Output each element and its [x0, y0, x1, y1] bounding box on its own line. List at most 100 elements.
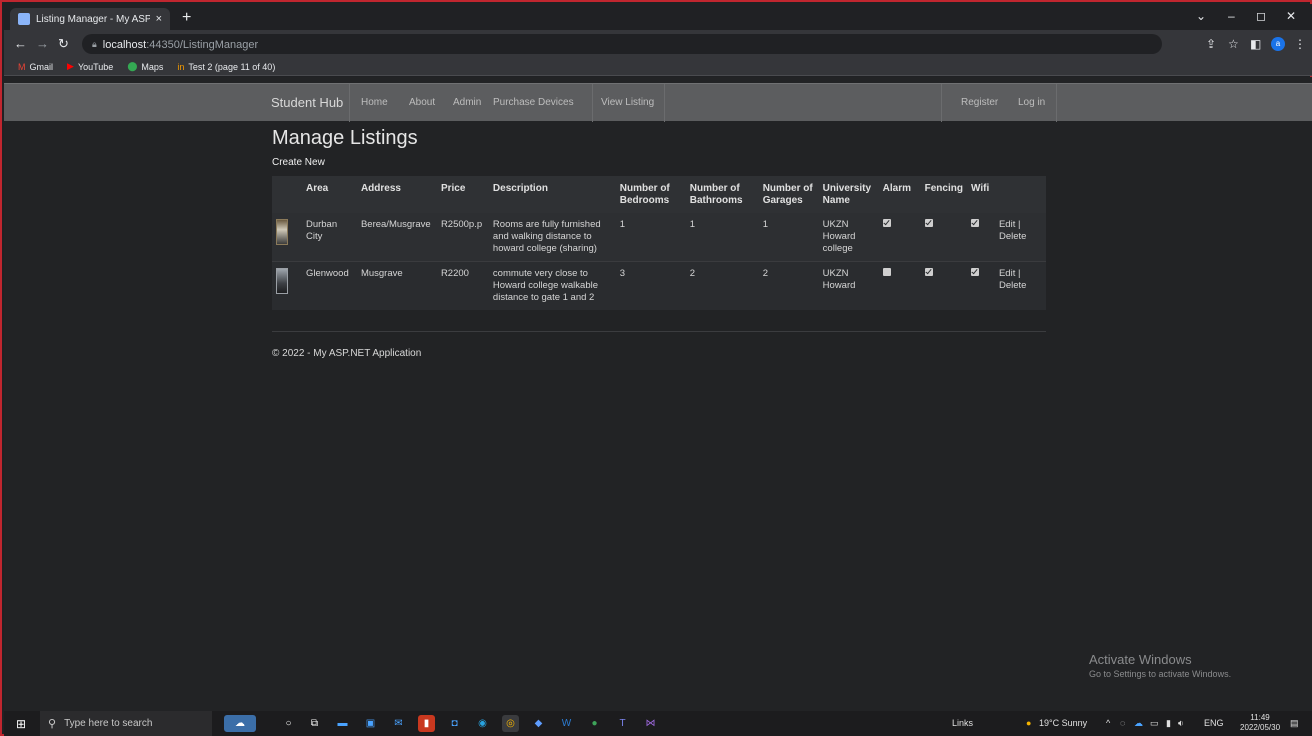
share-icon[interactable]: ⇪ [1206, 37, 1216, 51]
word-icon[interactable]: W [558, 715, 575, 732]
tray-app-icon[interactable]: ◌ [1120, 718, 1125, 728]
weather-widget-icon[interactable]: ☁ [224, 715, 256, 732]
table-row: Glenwood Musgrave R2200 commute very clo… [272, 261, 1046, 310]
onedrive-icon[interactable]: ☁ [1134, 718, 1143, 729]
notifications-icon[interactable]: ▤ [1290, 718, 1299, 729]
teams-icon[interactable]: T [614, 715, 631, 732]
mail-icon[interactable]: ✉ [390, 715, 407, 732]
table-header-row: Area Address Price Description Number of… [272, 176, 1046, 213]
whatsapp-icon[interactable]: ● [586, 715, 603, 732]
wifi-checkbox [970, 219, 979, 227]
wifi-checkbox [970, 268, 979, 276]
nav-link-about[interactable]: About [409, 97, 435, 108]
weather-text[interactable]: 19°C Sunny [1039, 718, 1087, 728]
new-tab-button[interactable]: + [182, 10, 191, 26]
screen-frame: Listing Manager - My ASP.NET A × + ⌄ – ◻… [0, 0, 1312, 736]
windows-start-icon[interactable]: ⊞ [16, 717, 26, 731]
language-indicator[interactable]: ENG [1204, 718, 1224, 728]
web-page: Student Hub Home About Admin Purchase De… [4, 77, 1312, 711]
column-header-alarm: Alarm [878, 176, 921, 213]
edit-link[interactable]: Edit | [999, 219, 1020, 230]
nav-link-login[interactable]: Log in [1018, 97, 1045, 108]
watermark-title: Activate Windows [1089, 652, 1192, 667]
visual-studio-icon[interactable]: ⋈ [642, 715, 659, 732]
bookmark-item[interactable]: ▶ YouTube [67, 61, 113, 72]
bookmark-site-icon: in [177, 61, 185, 72]
office-icon[interactable]: ▮ [418, 715, 435, 732]
side-panel-icon[interactable]: ◧ [1250, 37, 1261, 51]
url-host: localhost [102, 39, 147, 51]
task-view-icon[interactable]: ⧉ [306, 715, 323, 732]
tab-close-icon[interactable]: × [156, 13, 162, 25]
bookmark-item[interactable]: ⬤ Maps [127, 61, 163, 72]
file-explorer-icon[interactable]: ▬ [334, 715, 351, 732]
nav-divider [664, 84, 665, 122]
listing-thumbnail-image [276, 268, 288, 294]
bookmark-label: Gmail [29, 61, 54, 72]
page-favicon-icon [18, 13, 30, 25]
nav-link-purchase-devices[interactable]: Purchase Devices [493, 97, 574, 108]
links-toolbar-label[interactable]: Links [952, 718, 973, 728]
nav-divider [592, 84, 593, 122]
taskbar-search-placeholder: Type here to search [64, 718, 153, 729]
fencing-checkbox [924, 268, 933, 276]
bookmark-label: YouTube [77, 61, 114, 72]
minimize-button[interactable]: – [1228, 9, 1235, 23]
store-icon[interactable]: ▣ [362, 715, 379, 732]
cortana-icon[interactable]: ○ [280, 715, 297, 732]
cell-bathrooms: 2 [685, 261, 759, 310]
bookmark-item[interactable]: in Test 2 (page 11 of 40) [177, 62, 275, 72]
clock-date: 2022/05/30 [1240, 723, 1281, 732]
network-icon[interactable]: ▭ [1150, 718, 1159, 729]
column-header-actions [994, 176, 1046, 213]
maximize-button[interactable]: ◻ [1256, 9, 1266, 23]
watermark-subtitle: Go to Settings to activate Windows. [1089, 669, 1232, 679]
nav-divider [941, 84, 942, 122]
delete-link[interactable]: Delete [999, 280, 1026, 291]
cell-address: Musgrave [356, 261, 437, 310]
volume-icon[interactable]: 🔉︎ [1178, 718, 1184, 729]
cell-bedrooms: 1 [615, 213, 686, 262]
cell-price: R2200 [436, 261, 489, 310]
cell-garages: 1 [758, 213, 819, 262]
tray-chevron-up-icon[interactable]: ^ [1106, 718, 1110, 728]
footer-divider [272, 331, 1046, 332]
bookmark-item[interactable]: M Gmail [18, 62, 53, 72]
cell-bathrooms: 1 [685, 213, 759, 262]
menu-kebab-icon[interactable]: ⋮ [1294, 37, 1306, 51]
cell-university: UKZN Howard college [818, 213, 879, 262]
taskbar-search-box[interactable]: ⚲ Type here to search [40, 711, 212, 736]
delete-link[interactable]: Delete [999, 231, 1026, 242]
tab-search-icon[interactable]: ⌄ [1196, 9, 1206, 23]
search-icon: ⚲ [48, 718, 57, 730]
bookmarks-bar: M Gmail ▶ YouTube ⬤ Maps in Test 2 (page 11 of … [4, 58, 1312, 76]
bookmark-star-icon[interactable]: ☆ [1228, 37, 1239, 51]
column-header-image [272, 176, 302, 213]
edit-link[interactable]: Edit | [999, 268, 1020, 279]
column-header-university: University Name [818, 176, 879, 213]
app-icon[interactable]: ◆ [530, 715, 547, 732]
nav-link-home[interactable]: Home [361, 97, 388, 108]
outlook-icon[interactable]: ◘ [446, 715, 463, 732]
forward-arrow-icon[interactable]: → [36, 36, 49, 51]
profile-avatar[interactable]: a [1271, 37, 1285, 51]
nav-link-register[interactable]: Register [961, 97, 998, 108]
chrome-browser-icon[interactable]: ◎ [502, 715, 519, 732]
address-bar[interactable]: 🔒︎ localhost:44350/ListingManager [82, 34, 1162, 54]
back-arrow-icon[interactable]: ← [14, 36, 27, 51]
nav-link-admin[interactable]: Admin [453, 97, 481, 108]
nav-link-view-listing[interactable]: View Listing [601, 97, 654, 108]
close-window-button[interactable]: ✕ [1286, 9, 1296, 23]
battery-icon[interactable]: ▮ [1166, 718, 1171, 729]
edge-browser-icon[interactable]: ◉ [474, 715, 491, 732]
page-title: Manage Listings [272, 127, 418, 149]
create-new-link[interactable]: Create New [272, 157, 325, 168]
cell-bedrooms: 3 [615, 261, 686, 310]
reload-icon[interactable]: ↻ [58, 36, 69, 52]
lock-icon: 🔒︎ [92, 38, 97, 49]
system-clock[interactable]: 11:49 2022/05/30 [1240, 713, 1280, 733]
site-brand-link[interactable]: Student Hub [271, 95, 343, 110]
cell-description: Rooms are fully furnished and walking di… [488, 213, 616, 262]
browser-tab[interactable]: Listing Manager - My ASP.NET A × [10, 8, 170, 30]
cell-garages: 2 [758, 261, 819, 310]
